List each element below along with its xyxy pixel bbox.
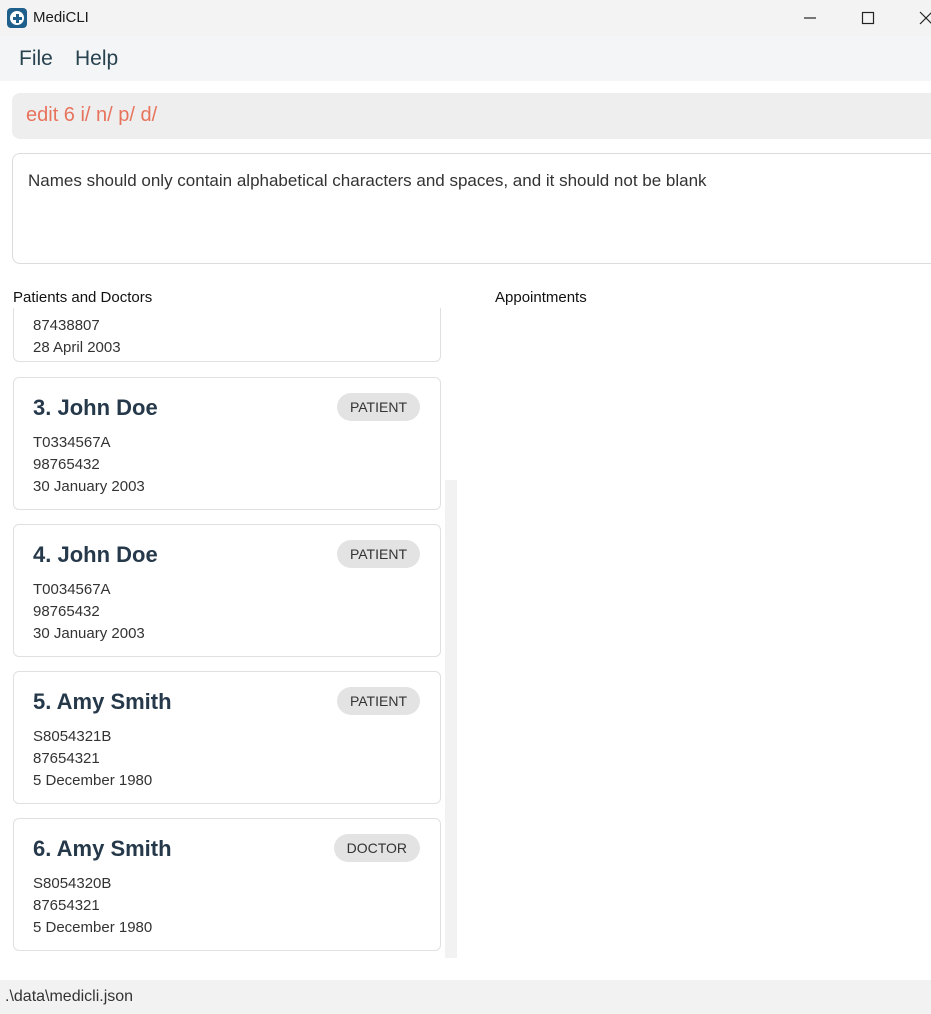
minimize-button[interactable] bbox=[787, 0, 833, 36]
persons-section-title: Patients and Doctors bbox=[13, 289, 153, 306]
person-dob: 5 December 1980 bbox=[33, 772, 153, 789]
result-display: Names should only contain alphabetical c… bbox=[12, 153, 931, 264]
person-dob: 30 January 2003 bbox=[33, 478, 145, 495]
status-bar: .\data\medicli.json bbox=[0, 980, 931, 1014]
person-card[interactable]: 3. John Doe PATIENT T0334567A 98765432 3… bbox=[13, 377, 441, 510]
person-type-badge: PATIENT bbox=[336, 540, 420, 568]
appointments-section-title: Appointments bbox=[495, 289, 587, 306]
menu-help[interactable]: Help bbox=[75, 47, 118, 71]
menu-file[interactable]: File bbox=[19, 47, 53, 71]
medical-cross-icon bbox=[7, 8, 27, 28]
maximize-button[interactable] bbox=[845, 0, 891, 36]
person-dob: 28 April 2003 bbox=[33, 339, 121, 356]
person-type-badge: PATIENT bbox=[336, 687, 420, 715]
person-phone: 98765432 bbox=[33, 603, 100, 620]
person-card[interactable]: 5. Amy Smith PATIENT S8054321B 87654321 … bbox=[13, 671, 441, 804]
command-text[interactable]: edit 6 i/ n/ p/ d/ bbox=[26, 104, 157, 127]
person-phone: 87654321 bbox=[33, 750, 100, 767]
title-bar: MediCLI bbox=[0, 0, 931, 36]
minimize-icon bbox=[804, 17, 816, 19]
menu-bar: File Help bbox=[0, 36, 931, 81]
maximize-icon bbox=[861, 11, 875, 25]
person-nric: S8054320B bbox=[33, 875, 112, 892]
person-type-badge: DOCTOR bbox=[333, 834, 420, 862]
person-name: 3. John Doe bbox=[33, 395, 158, 420]
person-name: 5. Amy Smith bbox=[33, 689, 172, 714]
person-name: 4. John Doe bbox=[33, 542, 158, 567]
person-name: 6. Amy Smith bbox=[33, 836, 172, 861]
person-phone: 87654321 bbox=[33, 897, 100, 914]
person-card[interactable]: 6. Amy Smith DOCTOR S8054320B 87654321 5… bbox=[13, 818, 441, 951]
command-input[interactable]: edit 6 i/ n/ p/ d/ bbox=[12, 93, 931, 139]
person-list[interactable]: 87438807 28 April 2003 3. John Doe PATIE… bbox=[0, 308, 460, 960]
person-phone: 87438807 bbox=[33, 317, 100, 334]
person-list-scrollbar[interactable] bbox=[445, 480, 457, 958]
close-icon bbox=[919, 11, 931, 25]
person-card[interactable]: 4. John Doe PATIENT T0034567A 98765432 3… bbox=[13, 524, 441, 657]
data-file-path: .\data\medicli.json bbox=[5, 988, 134, 1005]
person-dob: 5 December 1980 bbox=[33, 919, 153, 936]
person-dob: 30 January 2003 bbox=[33, 625, 145, 642]
person-phone: 98765432 bbox=[33, 456, 100, 473]
person-card-partial[interactable]: 87438807 28 April 2003 bbox=[13, 308, 441, 362]
person-nric: T0034567A bbox=[33, 581, 111, 598]
person-nric: S8054321B bbox=[33, 728, 112, 745]
close-button[interactable] bbox=[903, 0, 931, 36]
result-message: Names should only contain alphabetical c… bbox=[28, 171, 707, 190]
person-nric: T0334567A bbox=[33, 434, 111, 451]
window-title: MediCLI bbox=[33, 9, 89, 26]
person-type-badge: PATIENT bbox=[336, 393, 420, 421]
